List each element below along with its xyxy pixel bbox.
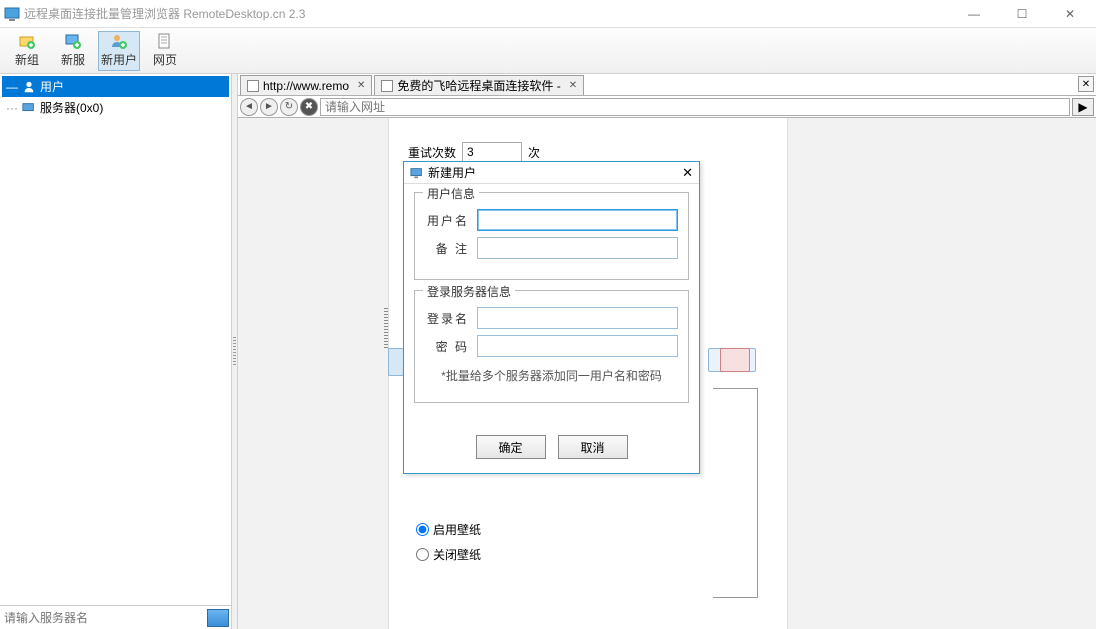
tab-close-icon[interactable]: ✕ <box>569 80 577 91</box>
browser-tabs: http://www.remo ✕ 免费的飞哈远程桌面连接软件 - ✕ ✕ <box>238 74 1096 96</box>
remark-label: 备 注 <box>425 240 469 257</box>
tree-item-user[interactable]: — 用户 <box>2 76 229 97</box>
login-input[interactable] <box>477 307 678 329</box>
monitor-icon[interactable] <box>207 609 229 627</box>
minimize-button[interactable]: — <box>960 7 988 21</box>
page-icon <box>381 80 393 92</box>
dialog-titlebar[interactable]: 新建用户 ✕ <box>404 162 699 184</box>
window-title: 远程桌面连接批量管理浏览器 RemoteDesktop.cn 2.3 <box>24 5 960 22</box>
username-label: 用户名 <box>425 212 469 229</box>
url-bar: ◄ ► ↻ ✖ ▶ <box>238 96 1096 118</box>
page-icon <box>157 33 173 49</box>
user-plus-icon <box>111 33 127 49</box>
cancel-button[interactable]: 取消 <box>558 435 628 459</box>
tree-view[interactable]: — 用户 ··· 服务器(0x0) <box>0 74 231 629</box>
forward-button[interactable]: ► <box>260 98 278 116</box>
login-label: 登录名 <box>425 310 469 327</box>
dialog-icon <box>410 166 424 180</box>
url-input[interactable] <box>320 98 1070 116</box>
login-info-group: 登录服务器信息 登录名 密 码 *批量给多个服务器添加同一用户名和密码 <box>414 290 689 403</box>
sidebar: — 用户 ··· 服务器(0x0) <box>0 74 232 629</box>
tab-close-icon[interactable]: ✕ <box>357 80 365 91</box>
retry-row: 重试次数 次 <box>408 142 540 162</box>
toolbar-label: 新服 <box>61 51 85 68</box>
toolbar-label: 新组 <box>15 51 39 68</box>
radio-label: 关闭壁纸 <box>433 546 481 563</box>
user-icon <box>22 80 36 94</box>
username-input[interactable] <box>477 209 678 231</box>
background-close-button[interactable] <box>720 348 750 372</box>
app-icon <box>4 6 20 22</box>
new-server-button[interactable]: 新服 <box>52 31 94 71</box>
new-group-button[interactable]: 新组 <box>6 31 48 71</box>
maximize-button[interactable]: ☐ <box>1008 7 1036 21</box>
group-legend: 用户信息 <box>423 185 479 202</box>
enable-wallpaper-radio[interactable] <box>416 523 429 536</box>
inner-splitter[interactable] <box>384 308 388 348</box>
tab-2[interactable]: 免费的飞哈远程桌面连接软件 - ✕ <box>374 75 584 95</box>
main-toolbar: 新组 新服 新用户 网页 <box>0 28 1096 74</box>
stop-button[interactable]: ✖ <box>300 98 318 116</box>
tab-label: http://www.remo <box>263 79 349 93</box>
sidebar-search-bar <box>0 605 231 629</box>
window-titlebar: 远程桌面连接批量管理浏览器 RemoteDesktop.cn 2.3 — ☐ ✕ <box>0 0 1096 28</box>
tree-label: 用户 <box>40 78 64 95</box>
dialog-close-button[interactable]: ✕ <box>682 165 693 181</box>
disable-wallpaper-radio[interactable] <box>416 548 429 561</box>
remark-input[interactable] <box>477 237 678 259</box>
web-page-button[interactable]: 网页 <box>144 31 186 71</box>
go-button[interactable]: ▶ <box>1072 98 1094 116</box>
dialog-title: 新建用户 <box>428 164 476 181</box>
tree-label: 服务器(0x0) <box>40 99 103 116</box>
folder-plus-icon <box>19 33 35 49</box>
toolbar-label: 网页 <box>153 51 177 68</box>
tab-1[interactable]: http://www.remo ✕ <box>240 75 372 95</box>
server-search-input[interactable] <box>0 607 207 629</box>
new-user-button[interactable]: 新用户 <box>98 31 140 71</box>
wallpaper-options: 启用壁纸 关闭壁纸 <box>416 517 481 567</box>
toolbar-label: 新用户 <box>101 51 137 68</box>
tabs-close-all[interactable]: ✕ <box>1078 76 1094 92</box>
password-label: 密 码 <box>425 338 469 355</box>
radio-label: 启用壁纸 <box>433 521 481 538</box>
group-legend: 登录服务器信息 <box>423 283 515 300</box>
page-icon <box>247 80 259 92</box>
server-plus-icon <box>65 33 81 49</box>
retry-unit: 次 <box>528 144 540 161</box>
server-icon <box>22 101 36 115</box>
background-frame-edge <box>713 388 758 598</box>
dash-icon: ··· <box>6 101 18 115</box>
user-info-group: 用户信息 用户名 备 注 <box>414 192 689 280</box>
dash-icon: — <box>6 80 18 94</box>
refresh-button[interactable]: ↻ <box>280 98 298 116</box>
retry-label: 重试次数 <box>408 144 456 161</box>
close-button[interactable]: ✕ <box>1056 7 1084 21</box>
enable-wallpaper-option[interactable]: 启用壁纸 <box>416 517 481 542</box>
tab-label: 免费的飞哈远程桌面连接软件 - <box>397 77 560 94</box>
password-input[interactable] <box>477 335 678 357</box>
disable-wallpaper-option[interactable]: 关闭壁纸 <box>416 542 481 567</box>
retry-input[interactable] <box>462 142 522 162</box>
hint-text: *批量给多个服务器添加同一用户名和密码 <box>425 367 678 384</box>
ok-button[interactable]: 确定 <box>476 435 546 459</box>
new-user-dialog: 新建用户 ✕ 用户信息 用户名 备 注 登录服务器信息 登录名 密 码 <box>403 161 700 474</box>
back-button[interactable]: ◄ <box>240 98 258 116</box>
tree-item-server[interactable]: ··· 服务器(0x0) <box>2 97 229 118</box>
